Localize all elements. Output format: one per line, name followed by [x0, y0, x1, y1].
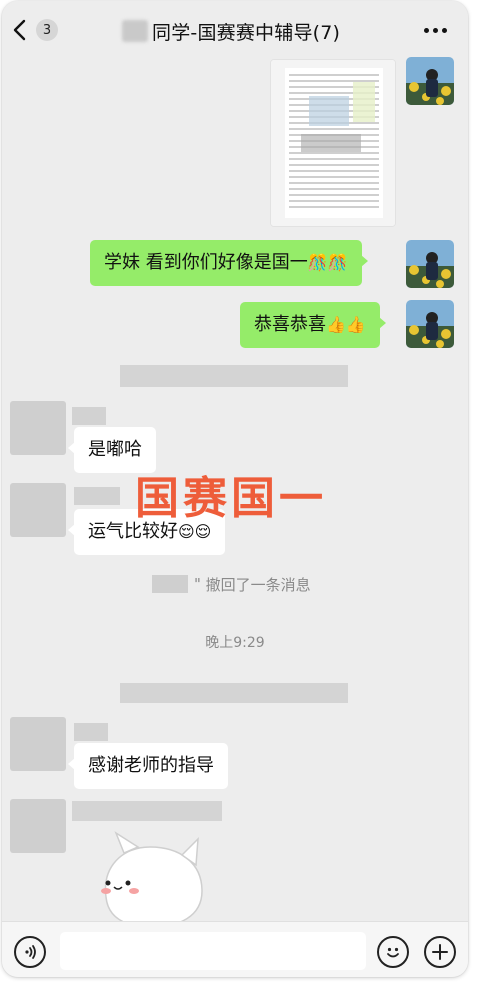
- redacted-sender-name: [72, 801, 222, 821]
- input-bar: [2, 921, 468, 977]
- redacted-sender-name: [74, 723, 108, 741]
- message-timestamp: 晚上9:29: [205, 635, 265, 651]
- cat-sticker[interactable]: [94, 827, 214, 928]
- redacted-system-message: [120, 365, 348, 387]
- smiley-face-icon: [387, 947, 399, 958]
- document-thumbnail: [271, 60, 395, 226]
- chat-header: 3 同学-国赛赛中辅导(7): [2, 1, 468, 59]
- image-message[interactable]: [270, 59, 396, 227]
- chat-title: 同学-国赛赛中辅导(7): [152, 21, 341, 44]
- message-text: 恭喜恭喜: [254, 314, 326, 335]
- avatar-image: [406, 57, 454, 105]
- white-cat-sticker-image: [101, 831, 203, 928]
- message-text: 学妹 看到你们好像是国一: [104, 252, 308, 273]
- ellipsis-icon-dot: [423, 27, 429, 33]
- emoji-button[interactable]: [377, 936, 409, 968]
- party-popper-emoji: 🎊🎊: [307, 253, 348, 272]
- message-text: 是嘟哈: [88, 439, 142, 460]
- avatar-image: [406, 240, 454, 288]
- redacted-sender-name: [72, 407, 106, 425]
- self-avatar[interactable]: [406, 240, 454, 288]
- more-options-button[interactable]: [420, 17, 450, 43]
- chat-title-area[interactable]: 同学-国赛赛中辅导(7): [122, 18, 340, 44]
- chat-window: 3 同学-国赛赛中辅导(7) 学妹 看到你们好像是国一🎊🎊 恭喜恭喜👍👍 是嘟哈…: [2, 1, 468, 977]
- other-avatar[interactable]: [10, 401, 66, 455]
- recall-notice: " 撤回了一条消息: [152, 573, 311, 595]
- recall-quote-mark: ": [194, 575, 206, 593]
- other-avatar[interactable]: [10, 483, 66, 537]
- message-bubble-other[interactable]: 感谢老师的指导: [68, 743, 228, 789]
- self-avatar[interactable]: [406, 300, 454, 348]
- thumbs-up-emoji: 👍👍: [326, 315, 366, 334]
- redacted-system-message: [120, 683, 348, 703]
- more-actions-button[interactable]: [424, 936, 456, 968]
- redacted-sender-name: [74, 487, 120, 505]
- plus-icon: [432, 944, 448, 960]
- message-bubble-self[interactable]: 学妹 看到你们好像是国一🎊🎊: [90, 240, 368, 286]
- message-text: 感谢老师的指导: [88, 755, 214, 776]
- unread-count-badge: 3: [36, 19, 58, 41]
- avatar-image: [406, 300, 454, 348]
- recall-text: 撤回了一条消息: [205, 575, 311, 594]
- ellipsis-icon-dot: [432, 27, 438, 33]
- redacted-recall-sender: [152, 575, 188, 593]
- message-bubble-self[interactable]: 恭喜恭喜👍👍: [240, 302, 386, 348]
- other-avatar[interactable]: [10, 717, 66, 771]
- overlay-annotation-text: 国赛国一: [135, 473, 327, 524]
- other-avatar[interactable]: [10, 799, 66, 853]
- voice-input-button[interactable]: [14, 936, 46, 968]
- message-input[interactable]: [60, 932, 366, 970]
- voice-wave-icon: [25, 945, 36, 959]
- blurred-title-prefix: [122, 20, 148, 42]
- self-avatar[interactable]: [406, 57, 454, 105]
- chevron-left-icon: [13, 19, 26, 41]
- back-button[interactable]: 3: [12, 15, 72, 45]
- ellipsis-icon-dot: [441, 27, 447, 33]
